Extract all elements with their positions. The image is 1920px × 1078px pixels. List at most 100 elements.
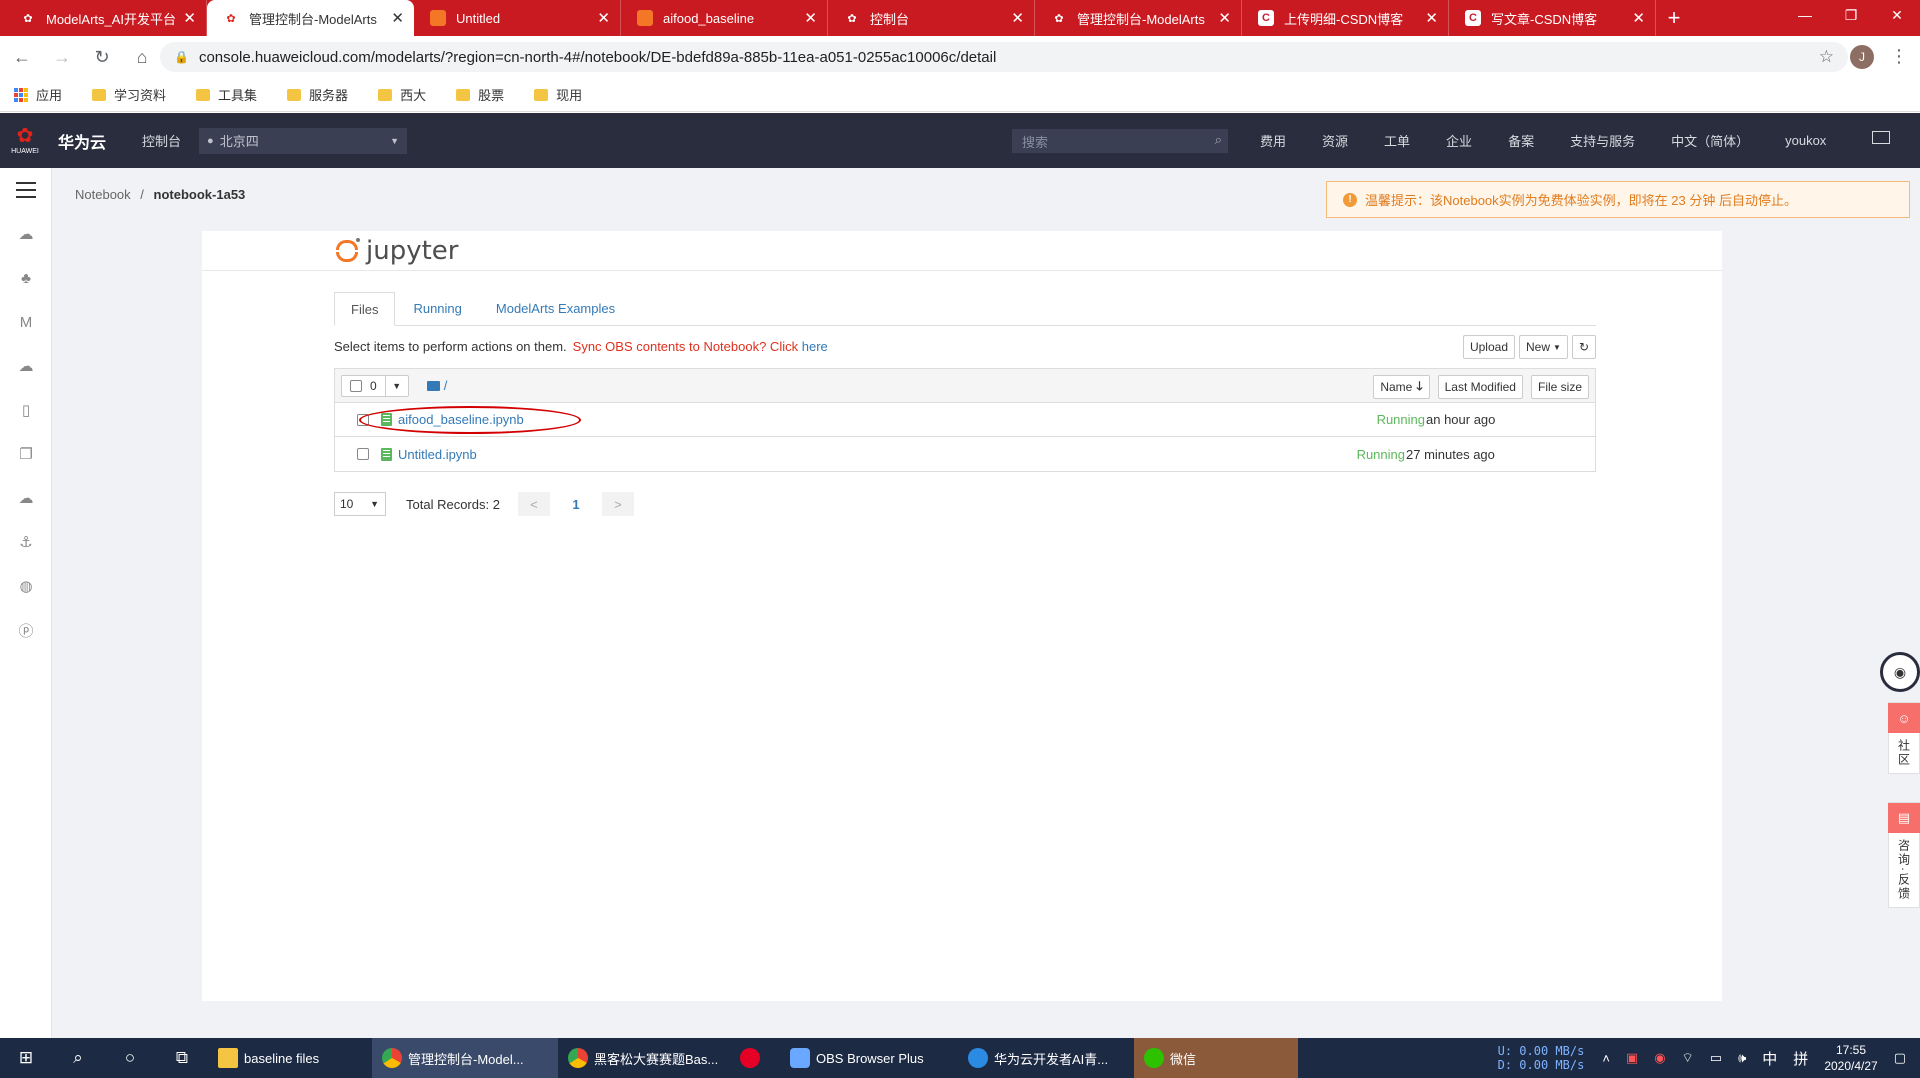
assistant-robot-icon[interactable]: ◉ — [1880, 652, 1920, 692]
nav-filing[interactable]: 备案 — [1508, 131, 1534, 150]
select-all-checkbox[interactable] — [350, 379, 362, 392]
wifi-icon[interactable]: ⌔ — [1682, 1050, 1694, 1066]
nav-language[interactable]: 中文（简体） — [1671, 131, 1749, 150]
modelarts-icon[interactable]: M — [0, 300, 52, 344]
file-name-link[interactable]: Untitled.ipynb — [398, 447, 477, 462]
search-icon[interactable]: ⌕ — [1215, 132, 1222, 148]
ip-icon[interactable]: ⓟ — [0, 608, 52, 652]
browser-tab[interactable]: C 写文章-CSDN博客 ✕ — [1449, 0, 1656, 36]
taskbar-app[interactable] — [730, 1038, 780, 1078]
bookmark-folder[interactable]: 工具集 — [196, 85, 257, 104]
bookmark-folder[interactable]: 股票 — [456, 85, 504, 104]
notification-icon[interactable]: ▢ — [1894, 1050, 1906, 1066]
taskbar-app[interactable]: baseline files — [208, 1038, 372, 1078]
file-row[interactable]: aifood_baseline.ipynb Running an hour ag… — [335, 403, 1595, 437]
close-icon[interactable]: ✕ — [597, 9, 610, 27]
close-icon[interactable]: ✕ — [1011, 9, 1024, 27]
select-menu-button[interactable]: ▼ — [386, 376, 408, 396]
search-icon[interactable]: ⌕ — [52, 1038, 104, 1078]
nav-resources[interactable]: 资源 — [1322, 131, 1348, 150]
url-input[interactable]: 🔒 console.huaweicloud.com/modelarts/?reg… — [160, 42, 1848, 72]
menu-toggle-button[interactable] — [0, 168, 52, 212]
browser-tab[interactable]: aifood_baseline ✕ — [621, 0, 828, 36]
huawei-logo[interactable]: ✿ HUAWEI — [0, 113, 50, 168]
sort-size-button[interactable]: File size — [1530, 375, 1589, 399]
globe-icon[interactable]: ◍ — [0, 564, 52, 608]
close-icon[interactable]: ✕ — [1218, 9, 1231, 27]
taskbar-app-active[interactable]: 管理控制台-Model... — [372, 1038, 558, 1078]
taskbar-app[interactable]: 黑客松大赛赛题Bas... — [558, 1038, 730, 1078]
bookmark-folder[interactable]: 服务器 — [287, 85, 348, 104]
ime-mode[interactable]: 中 — [1762, 1048, 1777, 1069]
gift-icon[interactable]: ▣ — [1626, 1050, 1638, 1066]
close-icon[interactable]: ✕ — [1632, 9, 1645, 27]
page-number-button[interactable]: 1 — [559, 492, 592, 516]
current-path[interactable]: / — [426, 378, 447, 393]
nav-billing[interactable]: 费用 — [1260, 131, 1286, 150]
bookmark-star-icon[interactable]: ☆ — [1819, 47, 1834, 67]
taskbar-app[interactable]: 微信 — [1134, 1038, 1298, 1078]
browser-tab[interactable]: ✿ ModelArts_AI开发平台 ✕ — [0, 0, 207, 36]
new-tab-button[interactable]: + — [1656, 0, 1692, 36]
bookmark-folder[interactable]: 学习资料 — [92, 85, 166, 104]
cloud-storage-icon[interactable]: ☁ — [0, 344, 52, 388]
prev-page-button[interactable]: < — [517, 492, 550, 516]
copy-icon[interactable]: ❐ — [0, 432, 52, 476]
nav-enterprise[interactable]: 企业 — [1446, 131, 1472, 150]
jupyter-logo[interactable]: jupyter — [336, 236, 458, 266]
new-dropdown-button[interactable]: New ▼ — [1519, 335, 1568, 359]
back-icon[interactable]: ← — [4, 39, 40, 75]
breadcrumb-notebook[interactable]: Notebook — [75, 187, 131, 202]
sort-name-button[interactable]: Name 🡓 — [1373, 375, 1430, 399]
netease-tray-icon[interactable]: ◉ — [1654, 1050, 1665, 1066]
refresh-button[interactable]: ↻ — [1571, 335, 1596, 359]
row-checkbox[interactable] — [357, 448, 369, 460]
browser-tab[interactable]: ✿ 管理控制台-ModelArts ✕ — [1035, 0, 1242, 36]
document-icon[interactable]: ▯ — [0, 388, 52, 432]
windows-start-icon[interactable]: ⊞ — [0, 1038, 52, 1078]
close-icon[interactable]: ✕ — [1425, 9, 1438, 27]
sort-modified-button[interactable]: Last Modified — [1437, 375, 1523, 399]
search-input[interactable]: 搜索 ⌕ — [1012, 129, 1228, 153]
close-icon[interactable]: ✕ — [391, 9, 404, 27]
bookmark-folder[interactable]: 现用 — [534, 85, 582, 104]
browser-tab[interactable]: Untitled ✕ — [414, 0, 621, 36]
nav-username[interactable]: youkox — [1785, 133, 1826, 148]
battery-icon[interactable]: ▭ — [1710, 1050, 1722, 1066]
cloud-server-icon[interactable]: ☁ — [0, 212, 52, 256]
close-icon[interactable]: ✕ — [804, 9, 817, 27]
tab-files[interactable]: Files — [334, 292, 396, 326]
region-select[interactable]: ● 北京四 ▼ — [199, 127, 408, 154]
ime-pinyin[interactable]: 拼 — [1793, 1048, 1808, 1069]
sync-here-link[interactable]: here — [802, 339, 828, 354]
console-link[interactable]: 控制台 — [142, 131, 181, 150]
menu-kebab-icon[interactable]: ⋮ — [1890, 46, 1908, 67]
brand-name[interactable]: 华为云 — [58, 129, 106, 153]
close-window-icon[interactable]: ✕ — [1874, 0, 1920, 30]
select-all-checkbox-wrap[interactable]: 0 — [342, 375, 386, 396]
anchor-icon[interactable]: ⚓ — [0, 520, 52, 564]
nav-support[interactable]: 支持与服务 — [1570, 131, 1635, 150]
tab-running[interactable]: Running — [397, 292, 477, 325]
cluster-icon[interactable]: ♣ — [0, 256, 52, 300]
nav-tickets[interactable]: 工单 — [1384, 131, 1410, 150]
bookmark-folder[interactable]: 西大 — [378, 85, 426, 104]
page-size-select[interactable]: 10 ▼ — [334, 492, 386, 516]
close-icon[interactable]: ✕ — [183, 9, 196, 27]
task-view-icon[interactable]: ⧉ — [156, 1038, 208, 1078]
browser-tab-active[interactable]: ✿ 管理控制台-ModelArts ✕ — [207, 0, 414, 36]
cloud-upload-icon[interactable]: ☁ — [0, 476, 52, 520]
reload-icon[interactable]: ↻ — [84, 39, 120, 75]
taskbar-app[interactable]: OBS Browser Plus — [780, 1038, 958, 1078]
feedback-widget[interactable]: ▤ 咨询·反馈 — [1888, 802, 1920, 908]
clock[interactable]: 17:55 2020/4/27 — [1824, 1042, 1877, 1074]
chevron-up-icon[interactable]: ˄ — [1602, 1051, 1610, 1066]
browser-tab[interactable]: C 上传明细-CSDN博客 ✕ — [1242, 0, 1449, 36]
restore-icon[interactable]: ❐ — [1828, 0, 1874, 30]
next-page-button[interactable]: > — [601, 492, 634, 516]
community-widget[interactable]: ☺ 社区 — [1888, 702, 1920, 774]
home-icon[interactable]: ⌂ — [124, 39, 160, 75]
volume-icon[interactable]: 🕪 — [1738, 1050, 1746, 1066]
mail-icon[interactable] — [1872, 131, 1890, 144]
browser-tab[interactable]: ✿ 控制台 ✕ — [828, 0, 1035, 36]
